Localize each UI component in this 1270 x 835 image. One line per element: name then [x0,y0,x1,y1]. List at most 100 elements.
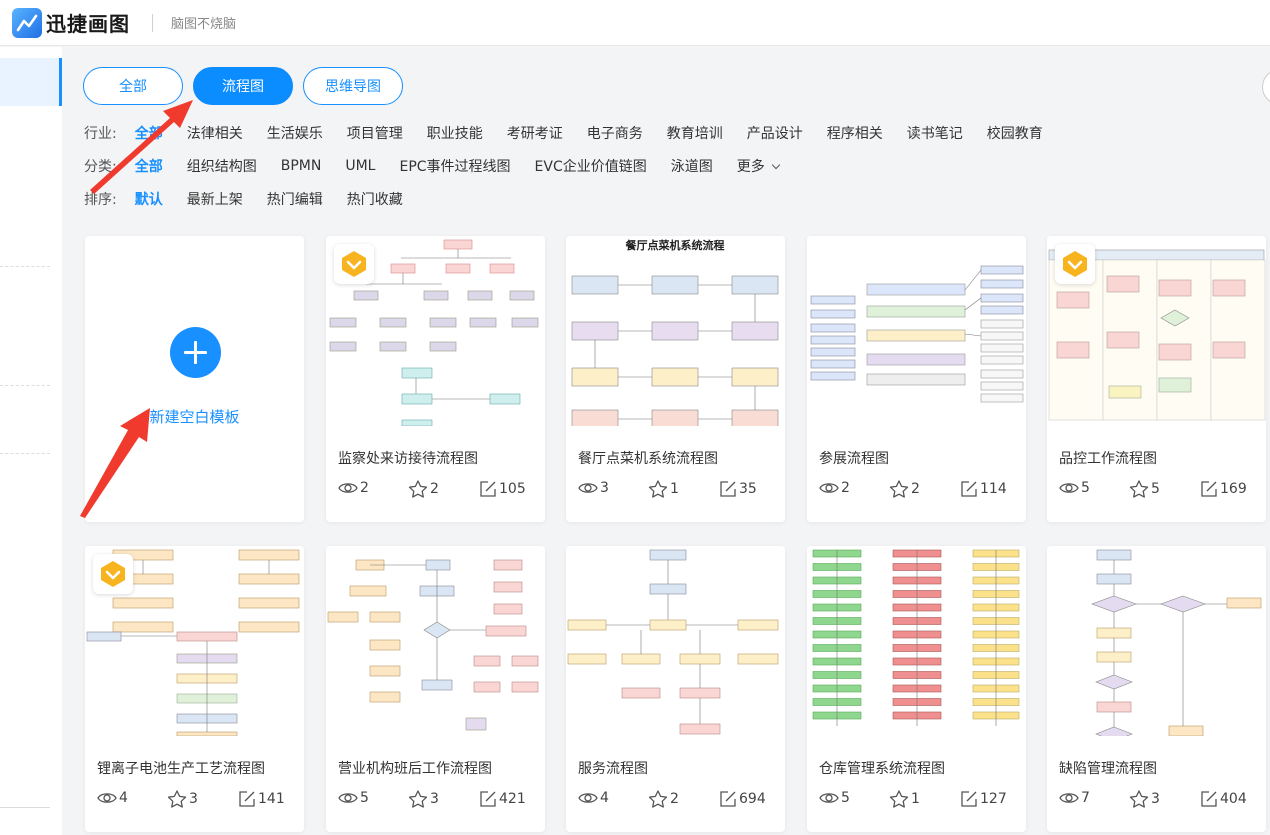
template-card[interactable]: 锂离子电池生产工艺流程图 4 3 141 [85,546,304,832]
favorite-count: 2 [889,480,920,498]
edit-count-value: 114 [980,481,1007,497]
flow-node [429,317,457,328]
template-card[interactable]: 缺陷管理流程图 7 3 404 [1047,546,1266,832]
flow-node [86,631,122,642]
flow-node [349,585,387,597]
search-button[interactable] [1262,69,1270,105]
edit-icon [960,790,980,808]
category-option[interactable]: UML [345,158,375,174]
flow-node [429,341,457,352]
flow-node [1056,341,1090,359]
view-count-value: 4 [600,790,609,806]
sidebar-item-active[interactable] [0,58,62,106]
category-option[interactable]: 组织结构图 [187,156,257,176]
template-title: 餐厅点菜机系统流程图 [578,451,718,467]
industry-option[interactable]: 读书笔记 [907,123,963,143]
favorite-count: 2 [408,480,439,498]
edit-count-value: 404 [1220,791,1247,807]
flow-node [731,367,779,387]
template-stats: 3 1 35 [578,480,776,500]
category-option[interactable]: 全部 [135,156,163,176]
category-option[interactable]: EPC事件过程线图 [399,156,510,176]
view-count-value: 2 [360,480,369,496]
left-sidebar [0,47,62,835]
edit-count: 105 [479,480,526,498]
flow-node [980,305,1024,315]
flow-node [445,263,471,274]
category-option[interactable]: BPMN [281,158,322,174]
sort-option[interactable]: 默认 [135,189,163,209]
industry-option[interactable]: 生活娱乐 [267,123,323,143]
edit-count: 169 [1200,480,1247,498]
more-label: 更多 [736,159,765,175]
edit-icon [719,790,739,808]
edit-count-value: 141 [258,791,285,807]
template-card[interactable]: 仓库管理系统流程图 5 1 127 [807,546,1026,832]
flow-node [567,653,607,665]
eye-icon [578,480,600,496]
flow-node [493,581,523,593]
flow-node [1056,291,1090,309]
flow-node [379,341,407,352]
flow-node [379,317,407,328]
industry-option[interactable]: 职业技能 [427,123,483,143]
sort-option[interactable]: 热门收藏 [347,189,403,209]
template-title: 营业机构班后工作流程图 [338,761,492,777]
template-stats: 4 2 694 [578,790,776,810]
flow-node [238,573,300,585]
category-option[interactable]: EVC企业价值链图 [535,156,647,176]
app-logo[interactable]: 迅捷画图 [12,7,130,38]
flow-node [473,655,501,667]
flow-node [1158,279,1192,297]
industry-option[interactable]: 项目管理 [347,123,403,143]
flow-node [1106,331,1140,349]
template-card[interactable]: 品控工作流程图 5 5 169 [1047,236,1266,522]
industry-option[interactable]: 教育培训 [667,123,723,143]
type-tabs: 全部 流程图 思维导图 [83,67,413,105]
category-label: 分类: [84,159,117,175]
template-card[interactable]: 餐厅点菜机系统流程 餐厅点菜机系统流程图 3 1 35 [566,236,785,522]
flow-node [369,665,401,677]
view-count: 5 [1059,480,1090,496]
edit-count: 404 [1200,790,1247,808]
new-blank-template-card[interactable]: 新建空白模板 [85,236,304,522]
tab-mindmap[interactable]: 思维导图 [303,67,403,105]
flow-node [511,655,539,667]
template-card[interactable]: 服务流程图 4 2 694 [566,546,785,832]
eye-icon [1059,480,1081,496]
flow-node [679,723,721,735]
flow-node [473,681,501,693]
industry-option[interactable]: 电子商务 [587,123,643,143]
industry-option[interactable]: 校园教育 [987,123,1043,143]
flow-node [980,293,1024,303]
flow-node [369,639,401,651]
flow-node [621,687,661,699]
tab-all[interactable]: 全部 [83,67,183,105]
template-card[interactable]: 参展流程图 2 2 114 [807,236,1026,522]
industry-option[interactable]: 程序相关 [827,123,883,143]
sort-option[interactable]: 最新上架 [187,189,243,209]
flow-node [112,597,174,609]
industry-option[interactable]: 产品设计 [747,123,803,143]
edit-count: 141 [238,790,285,808]
category-more[interactable]: 更多 [736,156,780,176]
flow-node [369,611,401,623]
template-card[interactable]: 监察处来访接待流程图 2 2 105 [326,236,545,522]
flow-node [679,687,721,699]
sort-option[interactable]: 热门编辑 [267,189,323,209]
plus-icon[interactable] [170,327,221,378]
flow-decision [423,621,451,639]
favorite-count-value: 1 [911,791,920,807]
industry-option[interactable]: 法律相关 [187,123,243,143]
flow-connector [964,269,982,291]
flow-node [810,323,856,333]
vip-badge-icon [1055,244,1095,284]
view-count-value: 2 [841,480,850,496]
template-card[interactable]: 营业机构班后工作流程图 5 3 421 [326,546,545,832]
industry-option[interactable]: 全部 [135,123,163,143]
tab-flowchart[interactable]: 流程图 [193,67,293,105]
category-option[interactable]: 泳道图 [671,156,713,176]
industry-option[interactable]: 考研考证 [507,123,563,143]
header-divider [152,13,153,32]
flow-node [238,621,300,633]
